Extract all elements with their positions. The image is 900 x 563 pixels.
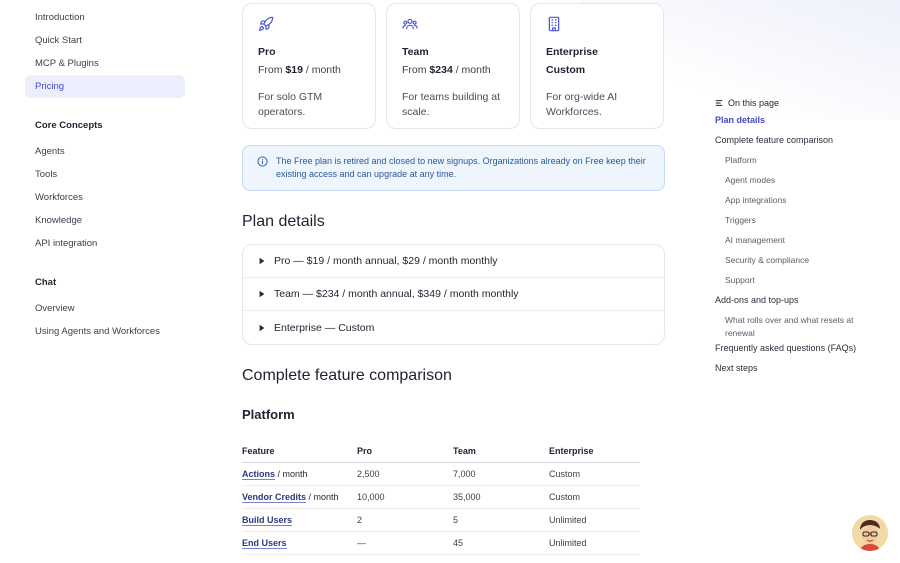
- table-row: Actions / month 2,500 7,000 Custom: [242, 462, 640, 486]
- plan-name: Pro: [258, 46, 276, 58]
- accordion-item-enterprise[interactable]: Enterprise — Custom: [243, 311, 664, 344]
- sidebar-item-agents[interactable]: Agents: [25, 140, 185, 163]
- sidebar-item-overview[interactable]: Overview: [25, 297, 185, 320]
- toc-item-security-compliance[interactable]: Security & compliance: [715, 254, 885, 267]
- plan-card-enterprise: Enterprise Custom For org-wide AI Workfo…: [530, 3, 664, 129]
- toc-heading: On this page: [715, 96, 885, 110]
- sidebar: Introduction Quick Start MCP & Plugins P…: [25, 0, 185, 343]
- sidebar-item-tools[interactable]: Tools: [25, 163, 185, 186]
- sidebar-item-pricing[interactable]: Pricing: [25, 75, 185, 98]
- comparison-heading: Complete feature comparison: [242, 367, 452, 384]
- table-header-row: Feature Pro Team Enterprise: [242, 440, 640, 463]
- toc-item-app-integrations[interactable]: App integrations: [715, 194, 885, 207]
- plan-price: From $234 / month: [402, 64, 491, 76]
- column-header-team: Team: [453, 440, 549, 463]
- table-row: Build Users 2 5 Unlimited: [242, 508, 640, 532]
- toc-item-frequently-asked-questions-faqs[interactable]: Frequently asked questions (FAQs): [715, 342, 885, 355]
- toc-list: Plan details Complete feature comparison P…: [715, 114, 885, 375]
- plan-name: Team: [402, 46, 429, 58]
- info-icon: [257, 156, 268, 167]
- sidebar-heading-core-concepts: Core Concepts: [35, 120, 103, 131]
- sidebar-item-using-agents-workforces[interactable]: Using Agents and Workforces: [25, 320, 185, 343]
- accordion-item-label: Enterprise — Custom: [274, 321, 375, 334]
- sidebar-item-knowledge[interactable]: Knowledge: [25, 209, 185, 232]
- toc-item-plan-details[interactable]: Plan details: [715, 114, 885, 127]
- column-header-pro: Pro: [357, 440, 453, 463]
- pro-cell: —: [357, 531, 453, 555]
- sidebar-item-introduction[interactable]: Introduction: [25, 6, 185, 29]
- table-row: Vendor Credits / month 10,000 35,000 Cus…: [242, 485, 640, 509]
- team-cell: 7,000: [453, 462, 549, 486]
- sidebar-item-mcp-plugins[interactable]: MCP & Plugins: [25, 52, 185, 75]
- list-icon: [715, 100, 723, 106]
- sidebar-item-workforces[interactable]: Workforces: [25, 186, 185, 209]
- column-header-enterprise: Enterprise: [549, 440, 640, 463]
- feature-cell: End Users: [242, 531, 357, 555]
- rocket-icon: [259, 16, 274, 31]
- pro-cell: 2,500: [357, 462, 453, 486]
- plan-name: Enterprise: [546, 46, 598, 58]
- table-row: End Users — 45 Unlimited: [242, 531, 640, 555]
- toc-item-triggers[interactable]: Triggers: [715, 214, 885, 227]
- feature-link-vendor-credits[interactable]: Vendor Credits: [242, 491, 307, 503]
- feature-link-end-users[interactable]: End Users: [242, 537, 287, 549]
- platform-subheading: Platform: [242, 407, 295, 422]
- feature-link-build-users[interactable]: Build Users: [242, 514, 293, 526]
- enterprise-cell: Custom: [549, 462, 640, 486]
- plan-cards: Pro From $19 / month For solo GTM operat…: [242, 3, 664, 129]
- info-callout: The Free plan is retired and closed to n…: [242, 145, 665, 191]
- toc-item-support[interactable]: Support: [715, 274, 885, 287]
- feature-cell: Vendor Credits / month: [242, 485, 357, 509]
- accordion-item-team[interactable]: Team — $234 / month annual, $349 / month…: [243, 278, 664, 311]
- toc-item-ai-management[interactable]: AI management: [715, 234, 885, 247]
- team-cell: 35,000: [453, 485, 549, 509]
- accordion-item-label: Pro — $19 / month annual, $29 / month mo…: [274, 255, 498, 267]
- sidebar-item-api-integration[interactable]: API integration: [25, 232, 185, 255]
- pro-cell: 10,000: [357, 485, 453, 509]
- plan-price: From $19 / month: [258, 64, 341, 76]
- accordion-item-pro[interactable]: Pro — $19 / month annual, $29 / month mo…: [243, 245, 664, 278]
- users-icon: [402, 18, 418, 30]
- feature-cell: Actions / month: [242, 462, 357, 486]
- column-header-feature: Feature: [242, 440, 357, 463]
- caret-right-icon: [259, 324, 265, 331]
- toc-item-next-steps[interactable]: Next steps: [715, 362, 885, 375]
- plan-price: Custom: [546, 64, 586, 76]
- enterprise-cell: Unlimited: [549, 508, 640, 532]
- plan-card-team: Team From $234 / month For teams buildin…: [386, 3, 520, 129]
- toc-item-platform[interactable]: Platform: [715, 154, 885, 167]
- accordion-item-label: Team — $234 / month annual, $349 / month…: [274, 288, 519, 300]
- toc-item-add-ons-and-top-ups[interactable]: Add-ons and top-ups: [715, 294, 885, 307]
- plan-description: For solo GTM operators.: [258, 91, 323, 118]
- caret-right-icon: [259, 290, 265, 298]
- pro-cell: 2: [357, 508, 453, 532]
- avatar-face-icon: [852, 515, 888, 551]
- info-callout-text: The Free plan is retired and closed to n…: [276, 156, 646, 179]
- plan-details-accordion: Pro — $19 / month annual, $29 / month mo…: [242, 244, 665, 345]
- plan-description: For teams building at scale.: [402, 91, 501, 118]
- table-of-contents: On this page Plan details Complete featur…: [715, 96, 885, 375]
- toc-item-complete-feature-comparison[interactable]: Complete feature comparison: [715, 134, 885, 147]
- plan-card-pro: Pro From $19 / month For solo GTM operat…: [242, 3, 376, 129]
- toc-item-what-rolls-over-and-what-resets-at-renewal[interactable]: What rolls over and what resets at renew…: [715, 314, 875, 340]
- caret-right-icon: [259, 257, 265, 265]
- building-icon: [548, 16, 560, 32]
- sidebar-item-quick-start[interactable]: Quick Start: [25, 29, 185, 52]
- enterprise-cell: Unlimited: [549, 531, 640, 555]
- assistant-avatar[interactable]: [852, 515, 888, 551]
- feature-table: Feature Pro Team Enterprise Actions / mo…: [242, 440, 640, 555]
- plan-description: For org-wide AI Workforces.: [546, 91, 618, 118]
- sidebar-heading-chat: Chat: [35, 277, 57, 288]
- team-cell: 5: [453, 508, 549, 532]
- feature-link-actions[interactable]: Actions: [242, 468, 276, 480]
- enterprise-cell: Custom: [549, 485, 640, 509]
- plan-details-heading: Plan details: [242, 213, 325, 230]
- team-cell: 45: [453, 531, 549, 555]
- toc-item-agent-modes[interactable]: Agent modes: [715, 174, 885, 187]
- feature-cell: Build Users: [242, 508, 357, 532]
